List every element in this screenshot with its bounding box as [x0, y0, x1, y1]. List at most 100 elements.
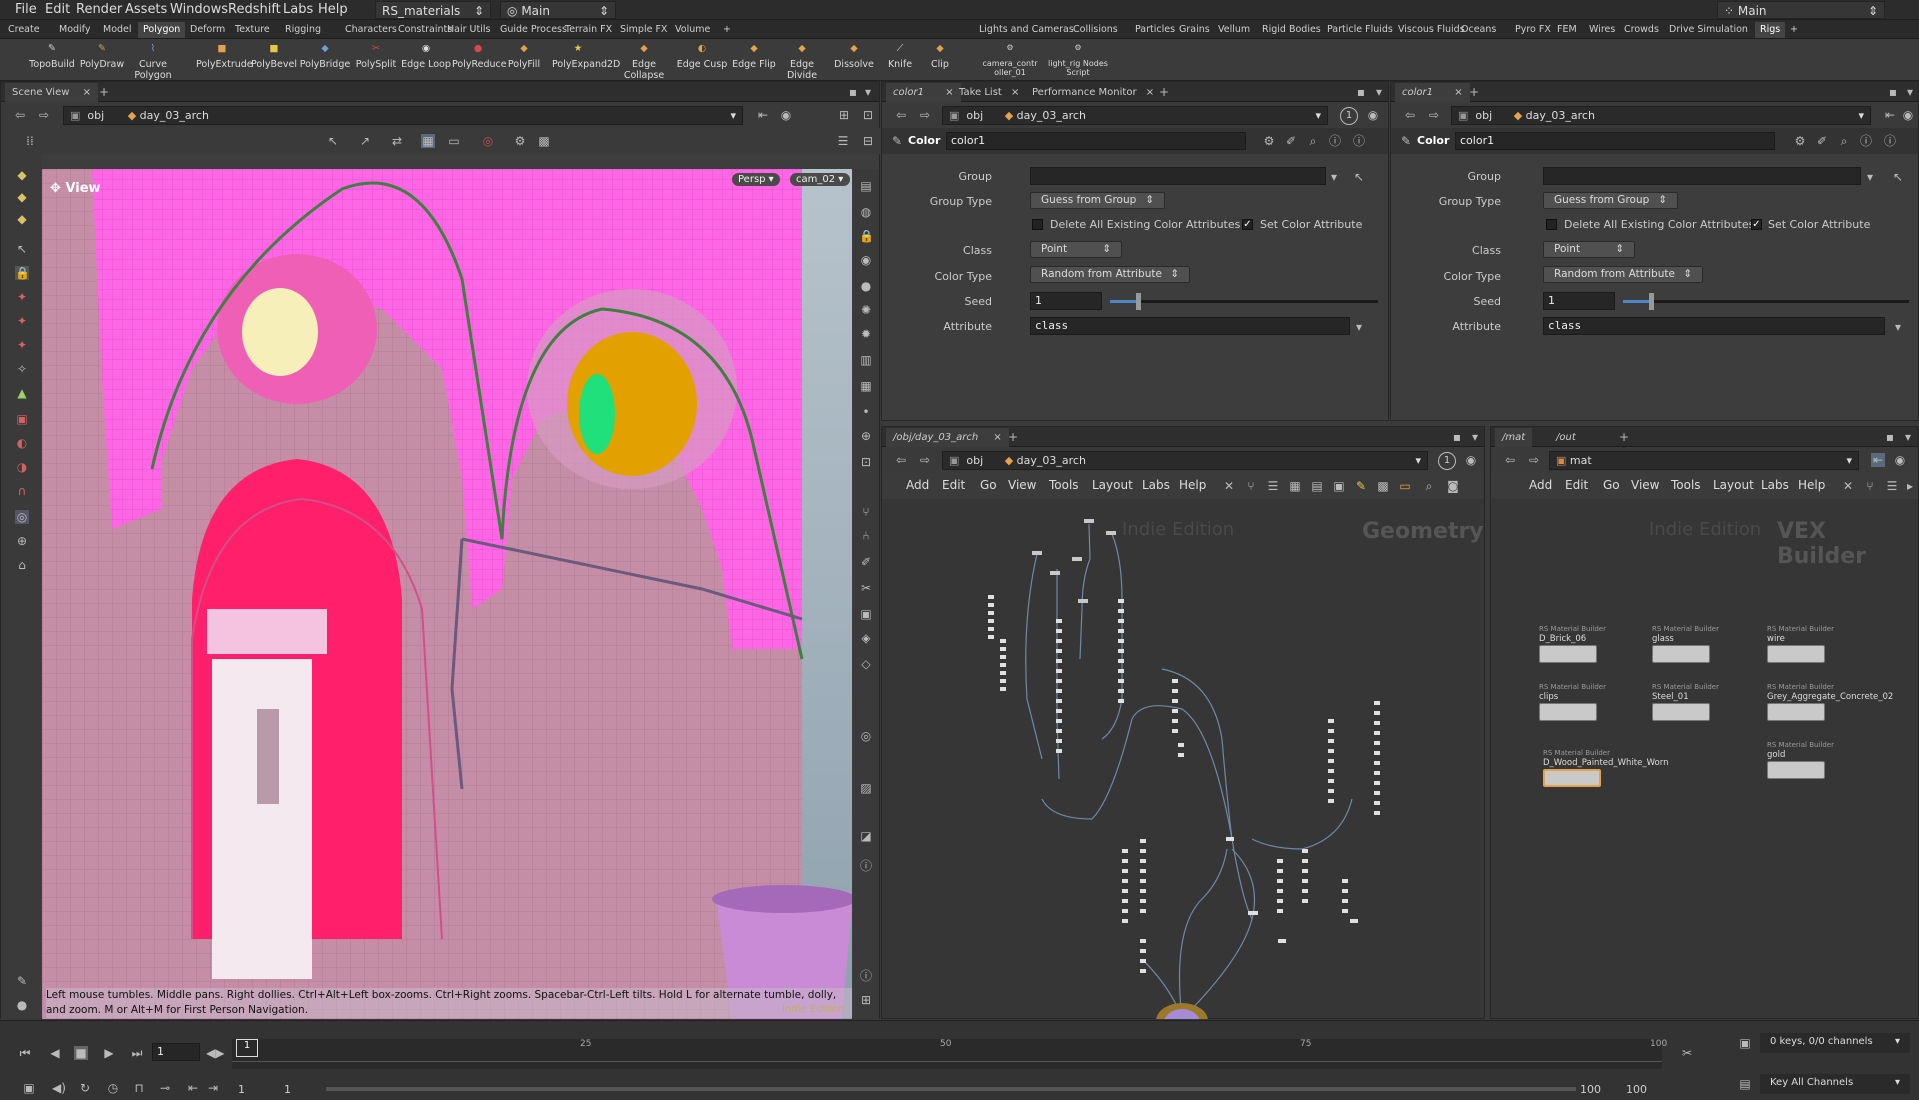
step-back-icon[interactable]: ◀: [48, 1046, 62, 1060]
pin-icon[interactable]: ⇤: [1883, 108, 1897, 122]
close-icon[interactable]: ×: [83, 87, 91, 98]
scene-path-field[interactable]: ▣ obj ◆ day_03_arch ▾: [63, 106, 743, 125]
path-node[interactable]: day_03_arch: [1017, 454, 1086, 467]
shelf-tab[interactable]: Simple FX: [615, 22, 672, 38]
pane-dropdown-icon[interactable]: ▾: [1372, 85, 1386, 99]
select-arrow-icon[interactable]: ↖: [1891, 170, 1905, 184]
record-icon[interactable]: ◎: [481, 134, 495, 148]
shelf-tab[interactable]: Particle Fluids: [1322, 22, 1398, 38]
tab-color1[interactable]: color1 ×: [1395, 83, 1470, 102]
safe-area-icon[interactable]: ◪: [859, 829, 873, 843]
material-tile[interactable]: [1539, 645, 1597, 663]
back-arrow-icon[interactable]: ⇦: [894, 108, 908, 122]
net-menu-go[interactable]: Go: [1603, 478, 1620, 492]
net-menu-tools[interactable]: Tools: [1049, 478, 1079, 492]
handle-tool-icon[interactable]: ▲: [15, 386, 29, 400]
more-icon[interactable]: ▸: [1903, 479, 1917, 493]
delete-colors-checkbox[interactable]: [1546, 219, 1557, 230]
handle-icon[interactable]: ⇄: [390, 134, 404, 148]
material-tile[interactable]: [1652, 645, 1710, 663]
back-arrow-icon[interactable]: ⇦: [1503, 453, 1517, 467]
pin-icon[interactable]: ⇤: [1871, 453, 1885, 467]
range-start[interactable]: 1: [238, 1083, 245, 1096]
grid-icon[interactable]: ▦: [1288, 479, 1302, 493]
shelf-tool[interactable]: ◆ PolyFill: [498, 41, 550, 70]
add-tab-icon[interactable]: +: [1467, 85, 1481, 99]
shelf-tool[interactable]: ✎ TopoBuild: [26, 41, 78, 70]
net-left-path-field[interactable]: ▣ obj ◆ day_03_arch ▾: [942, 451, 1428, 470]
channels-icon[interactable]: ▣: [1738, 1036, 1752, 1050]
class-menu[interactable]: Point ⇕: [1543, 241, 1635, 258]
link-icon[interactable]: ◉: [1366, 108, 1380, 122]
close-icon[interactable]: ×: [1146, 87, 1154, 98]
net-menu-add[interactable]: Add: [906, 478, 929, 492]
shelf-tab[interactable]: Oceans: [1456, 22, 1501, 38]
background-icon[interactable]: ▨: [859, 781, 873, 795]
shelf-tool[interactable]: ◆ Dissolve: [828, 41, 880, 70]
close-icon[interactable]: ×: [1454, 87, 1462, 98]
material-ball-icon[interactable]: ●: [15, 998, 29, 1012]
component-mode-icon[interactable]: ◆: [15, 212, 29, 226]
material-tile[interactable]: [1767, 703, 1825, 721]
shelf-tab[interactable]: FEM: [1552, 22, 1582, 38]
transform-arrow-icon[interactable]: ↗: [358, 134, 372, 148]
layout-grid-icon[interactable]: ⊞: [859, 993, 873, 1007]
gear-icon[interactable]: ⚙: [1262, 134, 1276, 148]
desktop-tab-select[interactable]: ◎ Main ⇕: [500, 1, 616, 19]
pane-menu-icon[interactable]: ▪: [1450, 430, 1464, 444]
net-menu-help[interactable]: Help: [1798, 478, 1825, 492]
playhead[interactable]: 1: [236, 1039, 258, 1057]
group-field[interactable]: [1543, 167, 1861, 185]
node-name-field[interactable]: color1: [1455, 132, 1775, 150]
add-shelf-tab-icon[interactable]: +: [718, 22, 736, 38]
close-icon[interactable]: ×: [1011, 87, 1019, 98]
render-region-icon[interactable]: ▩: [537, 134, 551, 148]
link-icon[interactable]: ◉: [1464, 453, 1478, 467]
group-type-menu[interactable]: Guess from Group ⇕: [1543, 192, 1678, 209]
shelf-tool[interactable]: ⌇ Curve Polygon: [127, 41, 179, 81]
viewport-options-icon[interactable]: ☰: [836, 134, 850, 148]
frame-indicator[interactable]: 1: [1340, 107, 1358, 125]
shelf-tab[interactable]: Particles: [1130, 22, 1180, 38]
chevron-down-icon[interactable]: ▾: [1891, 320, 1905, 334]
realtime-icon[interactable]: ▣: [22, 1081, 36, 1095]
breakpoint-icon[interactable]: ◈: [859, 631, 873, 645]
isolate-icon[interactable]: ◎: [859, 729, 873, 743]
pane-dropdown-icon[interactable]: ▾: [1901, 430, 1915, 444]
seed-slider-track[interactable]: [1623, 300, 1909, 303]
pane-dropdown-icon[interactable]: ▾: [861, 85, 875, 99]
shelf-tool[interactable]: ◆ Clip: [914, 41, 966, 70]
shelf-tab[interactable]: Pyro FX: [1510, 22, 1556, 38]
point-display-icon[interactable]: •: [859, 405, 873, 419]
info-icon[interactable]: ⓘ: [1883, 134, 1897, 148]
zoom-icon[interactable]: ⌕: [1422, 479, 1436, 493]
select-arrow-icon[interactable]: ↖: [1352, 170, 1366, 184]
net-menu-view[interactable]: View: [1631, 478, 1659, 492]
start-range-icon[interactable]: ⇤: [186, 1081, 200, 1095]
move-tool-icon[interactable]: ✦: [15, 290, 29, 304]
path-node[interactable]: day_03_arch: [140, 109, 209, 122]
shelf-tab[interactable]: Rigs: [1755, 22, 1786, 38]
range-slider[interactable]: [326, 1087, 1576, 1091]
add-tab-icon[interactable]: +: [1006, 430, 1020, 444]
light-bulb-icon[interactable]: ✺: [859, 303, 873, 317]
face-icon[interactable]: ▣: [859, 607, 873, 621]
brush-icon[interactable]: ✐: [1815, 134, 1829, 148]
clock-icon[interactable]: ◷: [106, 1081, 120, 1095]
forward-arrow-icon[interactable]: ⇨: [918, 453, 932, 467]
chevron-down-icon[interactable]: ▾: [1315, 109, 1321, 122]
set-color-checkbox[interactable]: ✓: [1751, 219, 1762, 230]
shelf-tab[interactable]: Rigid Bodies: [1257, 22, 1326, 38]
group-type-menu[interactable]: Guess from Group ⇕: [1030, 192, 1165, 209]
add-tab-icon[interactable]: +: [97, 85, 111, 99]
menu-assets[interactable]: Assets: [125, 2, 167, 17]
pane-menu-icon[interactable]: ▪: [1886, 85, 1900, 99]
color-type-menu[interactable]: Random from Attribute ⇕: [1543, 266, 1703, 283]
image-icon[interactable]: ▣: [1332, 479, 1346, 493]
key-icon[interactable]: ▤: [1738, 1077, 1752, 1091]
jump-end-icon[interactable]: ⏭: [130, 1046, 144, 1060]
wrench-icon[interactable]: ✕: [1222, 479, 1236, 493]
play-icon[interactable]: ▶: [102, 1046, 116, 1060]
tab-scene-view[interactable]: Scene View ×: [5, 83, 98, 102]
net-menu-edit[interactable]: Edit: [942, 478, 965, 492]
